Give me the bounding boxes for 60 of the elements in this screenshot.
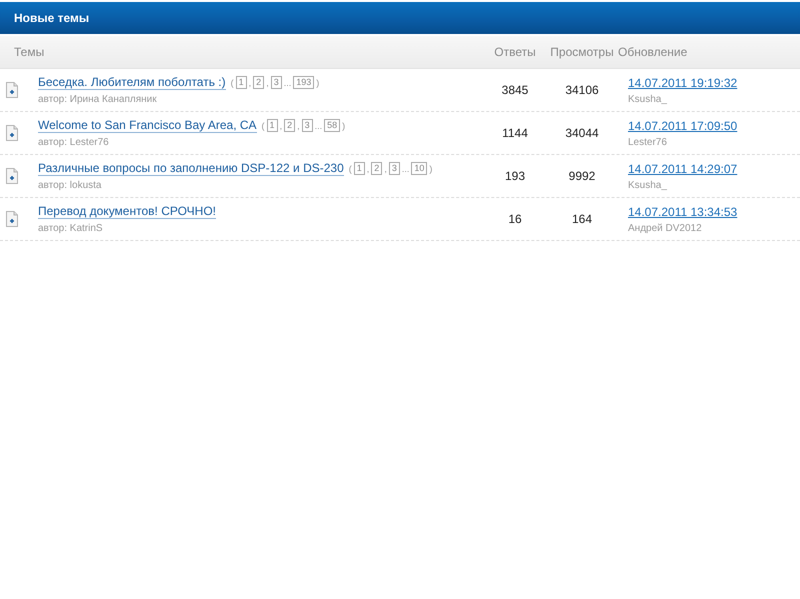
page-link[interactable]: 2 bbox=[284, 119, 296, 132]
page-separator: ... bbox=[314, 120, 322, 130]
topic-link[interactable]: Различные вопросы по заполнению DSP-122 и DS-230 bbox=[38, 161, 344, 176]
page-link[interactable]: 3 bbox=[302, 119, 313, 132]
last-poster: Lester76 bbox=[628, 136, 668, 148]
last-post-link[interactable]: 14.07.2011 19:19:32 bbox=[628, 76, 800, 90]
last-post-link[interactable]: 14.07.2011 14:29:07 bbox=[628, 162, 800, 176]
document-icon bbox=[6, 125, 18, 141]
page-link[interactable]: 193 bbox=[293, 76, 314, 89]
views-count: 34106 bbox=[565, 83, 599, 97]
topic-author: автор: Ирина Канапляник bbox=[38, 94, 158, 105]
page-separator: , bbox=[266, 78, 269, 88]
topic-author: автор: Lester76 bbox=[38, 137, 110, 148]
document-icon bbox=[6, 168, 18, 184]
last-poster: Андрей DV2012 bbox=[628, 222, 703, 234]
page-link[interactable]: 1 bbox=[266, 119, 278, 132]
replies-count: 193 bbox=[504, 169, 526, 183]
page-separator: ... bbox=[402, 164, 410, 174]
page-separator: ... bbox=[284, 78, 292, 88]
page-link[interactable]: 2 bbox=[371, 162, 382, 175]
last-poster: Ksusha_ bbox=[628, 180, 668, 190]
topic-link[interactable]: Перевод документов! СРОЧНО! bbox=[38, 204, 216, 219]
panel-title: Новые темы bbox=[14, 11, 90, 25]
page-link[interactable]: 2 bbox=[253, 76, 264, 89]
topic-author: автор: lokusta bbox=[38, 180, 102, 191]
page-link[interactable]: 3 bbox=[388, 162, 400, 175]
page-separator: , bbox=[384, 164, 387, 174]
last-poster: Ksusha_ bbox=[628, 94, 668, 104]
page-separator: ( bbox=[348, 164, 352, 174]
page-link[interactable]: 10 bbox=[411, 162, 428, 175]
page-separator: , bbox=[366, 164, 370, 174]
page-link[interactable]: 1 bbox=[354, 162, 365, 175]
document-icon bbox=[6, 211, 18, 227]
topic-link[interactable]: Беседка. Любителям поболтать :) bbox=[38, 75, 226, 90]
views-count: 164 bbox=[572, 212, 592, 226]
page-separator: ) bbox=[342, 120, 346, 130]
page-separator: , bbox=[248, 78, 252, 88]
page-link[interactable]: 58 bbox=[324, 119, 340, 132]
column-header: Темы bbox=[14, 45, 44, 59]
page-separator: ) bbox=[429, 164, 432, 174]
topic-author: автор: KatrinS bbox=[38, 223, 104, 234]
column-header: Обновление bbox=[618, 45, 688, 59]
topic-link[interactable]: Welcome to San Francisco Bay Area, CA bbox=[38, 118, 257, 133]
column-header: Просмотры bbox=[550, 45, 614, 59]
replies-count: 16 bbox=[508, 212, 522, 226]
page-separator: ) bbox=[316, 78, 320, 88]
last-post-link[interactable]: 14.07.2011 13:34:53 bbox=[628, 204, 800, 218]
views-count: 9992 bbox=[568, 169, 596, 183]
views-count: 34044 bbox=[565, 126, 599, 140]
page-link[interactable]: 3 bbox=[270, 76, 282, 89]
document-icon bbox=[6, 82, 18, 98]
page-separator: ( bbox=[230, 78, 234, 88]
replies-count: 3845 bbox=[502, 83, 528, 97]
column-header: Ответы bbox=[494, 45, 536, 59]
page-separator: , bbox=[280, 120, 282, 130]
page-separator: , bbox=[297, 120, 300, 130]
page-separator: ( bbox=[262, 120, 265, 130]
page-link[interactable]: 1 bbox=[236, 76, 247, 89]
last-post-link[interactable]: 14.07.2011 17:09:50 bbox=[628, 118, 800, 132]
replies-count: 1144 bbox=[502, 126, 528, 140]
